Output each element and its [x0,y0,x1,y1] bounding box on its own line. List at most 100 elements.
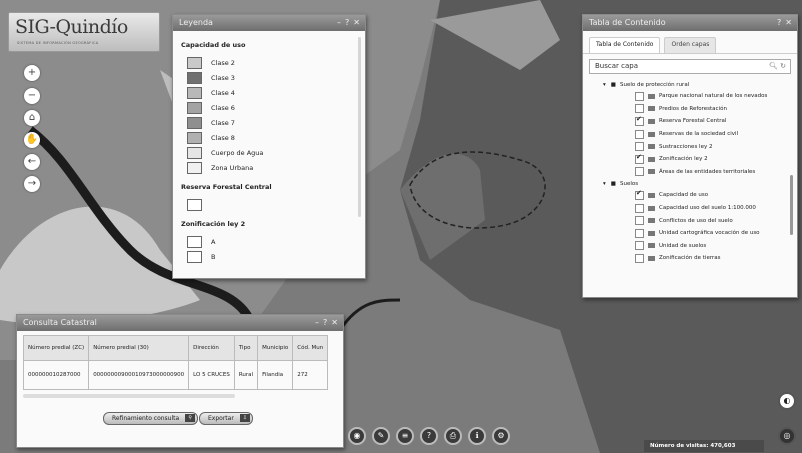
layer-checkbox[interactable] [635,142,644,152]
help-icon[interactable]: ? [345,18,349,27]
layer-checkbox[interactable] [635,203,644,213]
refine-icon: ⚲ [185,414,196,422]
layer-icon [648,131,655,137]
table-header-cell[interactable]: Número predial (ZC) [22,335,90,361]
overview-map-icon[interactable]: ◎ [778,427,796,445]
chevron-down-icon[interactable]: ▾ [603,181,606,187]
layer-item[interactable]: Unidad cartográfica vocación de uso [587,227,793,240]
legend-swatch [187,250,202,263]
table-cell: LO 5 CRUCES [188,360,235,390]
layer-checkbox[interactable] [635,253,644,263]
layer-item[interactable]: Parque nacional natural de los nevados [587,90,793,103]
export-label: Exportar [208,415,234,422]
layer-item[interactable]: Zonificación de tierras [587,252,793,265]
search-icon[interactable]: 🔍︎ ↻ [769,60,786,73]
help-icon[interactable]: ? [777,18,781,27]
pan-icon[interactable]: ✋ [24,132,40,148]
layer-checkbox[interactable] [635,91,644,101]
query-tool-icon[interactable]: ? [420,427,438,445]
legend-header[interactable]: Leyenda –? ✕ [173,15,365,31]
legend-swatch [187,235,202,248]
table-header-cell[interactable]: Dirección [188,335,235,361]
tab-tabla-contenido[interactable]: Tabla de Contenido [589,37,661,53]
legend-swatch [187,71,202,84]
layer-item[interactable]: Capacidad de uso [587,189,793,202]
legend-section-zonificacion: Zonificación ley 2 [181,220,246,228]
consulta-title: Consulta Catastral [23,318,97,327]
close-icon[interactable]: ✕ [331,318,338,327]
layer-checkbox[interactable] [635,167,644,177]
table-row[interactable]: 000000010287000 0000000090001097300000090… [22,360,329,390]
table-horizontal-scrollbar[interactable] [23,394,235,398]
layer-checkbox[interactable] [635,189,644,200]
table-header-cell[interactable]: Municipio [257,335,294,361]
consulta-catastral-panel: Consulta Catastral –? ✕ Número predial (Z… [16,314,344,448]
layer-item[interactable]: Áreas de las entidades territoriales [587,166,793,179]
layer-item[interactable]: Conflictos de uso del suelo [587,214,793,227]
identify-tool-icon[interactable]: ℹ [468,427,486,445]
zoom-out-button[interactable]: − [24,88,40,104]
legend-class-item: Clase 7 [181,115,357,130]
layer-checkbox[interactable] [635,241,644,251]
draw-tool-icon[interactable]: ✎ [372,427,390,445]
layer-item[interactable]: Reservas de la sociedad civil [587,128,793,141]
layer-label: Reservas de la sociedad civil [659,131,739,138]
table-cell: Rural [233,360,259,390]
table-header-cell[interactable]: Número predial (30) [88,335,190,361]
table-header-cell[interactable]: Tipo [233,335,259,361]
layer-item[interactable]: Zonificación ley 2 [587,153,793,166]
measure-tool-icon[interactable]: ◉ [348,427,366,445]
layer-icon [648,205,655,211]
tree-group-suelo-proteccion[interactable]: ▾ ■ Suelo de protección rural [587,79,793,90]
legend-swatch [187,86,202,99]
legend-section-reserva: Reserva Forestal Central [181,183,272,191]
export-button[interactable]: Exportar ⇩ [199,412,253,425]
layer-item[interactable]: Predios de Reforestación [587,103,793,116]
chevron-down-icon[interactable]: ▾ [603,82,606,88]
table-cell: 00000000900010973000000900 [88,360,190,390]
tree-group-suelos[interactable]: ▾ ■ Suelos [587,178,793,189]
close-icon[interactable]: ✕ [785,18,792,27]
back-arrow-icon[interactable]: ← [24,154,40,170]
layer-checkbox[interactable] [635,228,644,238]
close-icon[interactable]: ✕ [353,18,360,27]
help-icon[interactable]: ? [323,318,327,327]
layer-label: Parque nacional natural de los nevados [659,93,768,100]
layer-search-input[interactable]: Buscar capa 🔍︎ ↻ [589,59,791,74]
layer-checkbox[interactable] [635,153,644,164]
layer-icon [648,230,655,236]
layer-icon [648,255,655,261]
layers-tool-icon[interactable]: ≡ [396,427,414,445]
layer-item[interactable]: Capacidad uso del suelo 1:100.000 [587,202,793,215]
toc-scrollbar[interactable] [790,175,793,235]
home-icon[interactable]: ⌂ [24,110,40,126]
legend-title: Leyenda [179,18,213,27]
export-icon: ⇩ [239,414,250,422]
layer-icon [648,93,655,99]
refine-query-button[interactable]: Refinamiento consulta ⚲ [103,412,199,425]
consulta-header[interactable]: Consulta Catastral –? ✕ [17,315,343,331]
layer-checkbox[interactable] [635,216,644,226]
table-header-cell[interactable]: Cód. Mun [292,335,329,361]
zoom-in-button[interactable]: + [24,65,40,81]
legend-scrollbar[interactable] [358,37,361,217]
layer-checkbox[interactable] [635,129,644,139]
settings-gear-icon[interactable]: ⚙ [492,427,510,445]
layer-checkbox[interactable] [635,104,644,114]
legend-zone-item: A [181,234,357,249]
layer-checkbox[interactable] [635,115,644,126]
basemap-toggle-icon[interactable]: ◐ [778,392,796,410]
layer-item[interactable]: Reserva Forestal Central [587,115,793,128]
minimize-icon[interactable]: – [315,318,319,327]
layer-item[interactable]: Sustracciones ley 2 [587,140,793,153]
tab-orden-capas[interactable]: Orden capas [664,37,717,53]
logo-title: SIG-Quindío [15,16,128,38]
refine-label: Refinamiento consulta [112,415,180,422]
minimize-icon[interactable]: – [337,18,341,27]
layer-item[interactable]: Unidad de suelos [587,240,793,253]
legend-class-label: Clase 7 [211,118,235,127]
layer-label: Unidad de suelos [659,242,707,249]
forward-arrow-icon[interactable]: → [24,176,40,192]
print-tool-icon[interactable]: ⎙ [444,427,462,445]
toc-header[interactable]: Tabla de Contenido ? ✕ [583,15,797,31]
